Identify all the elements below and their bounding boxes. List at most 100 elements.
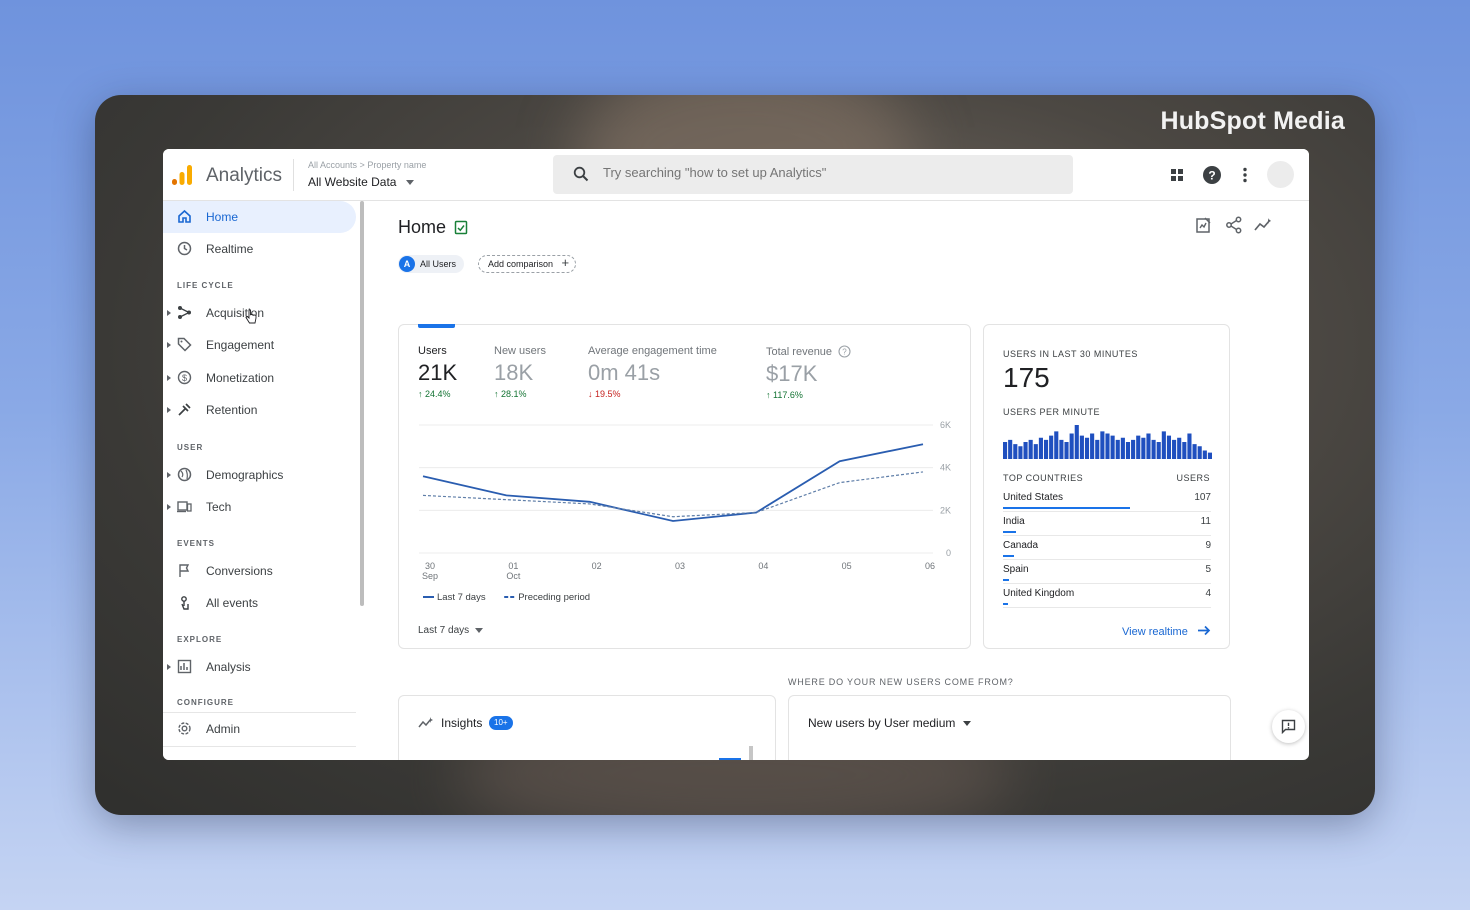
help-outline-icon[interactable]: ?: [838, 345, 851, 358]
sidebar-scrollbar[interactable]: [360, 201, 364, 606]
country-name: India: [1003, 516, 1025, 527]
view-realtime-link[interactable]: View realtime: [1122, 622, 1211, 640]
sidebar-item-demographics[interactable]: Demographics: [163, 459, 356, 491]
per-minute-bar: [1197, 446, 1202, 459]
share-icon[interactable]: [1225, 216, 1243, 234]
x-tick-sublabel: Oct: [506, 571, 521, 581]
metric-value: 18K: [494, 360, 534, 385]
avatar[interactable]: [1267, 161, 1294, 188]
expand-arrow-icon[interactable]: [167, 472, 171, 478]
country-name: Canada: [1003, 540, 1039, 551]
page-title-text: Home: [398, 217, 447, 237]
sidebar-item-label: Engagement: [206, 338, 275, 352]
analysis-icon: [177, 659, 192, 674]
sidebar-item-home[interactable]: Home: [163, 201, 356, 233]
metric-new-users[interactable]: New users 18K ↑ 28.1%: [494, 345, 546, 399]
per-minute-bar: [1131, 439, 1136, 459]
comparison-chip-all-users[interactable]: A All Users: [398, 255, 465, 273]
svg-text:$: $: [182, 373, 187, 383]
country-row[interactable]: India 11: [1003, 512, 1211, 536]
sidebar-item-analysis[interactable]: Analysis: [163, 651, 356, 683]
per-minute-bar: [1038, 437, 1043, 459]
sidebar: Home Realtime LIFE CYCLE Acquisition Eng…: [163, 201, 367, 760]
property-selector[interactable]: All Website Data: [308, 175, 415, 189]
country-row[interactable]: Canada 9: [1003, 536, 1211, 560]
date-range-dropdown[interactable]: Last 7 days: [418, 625, 483, 636]
per-minute-bar: [1074, 425, 1079, 459]
expand-arrow-icon[interactable]: [167, 310, 171, 316]
series-line-last-7-days[interactable]: [422, 443, 924, 522]
x-tick-label: 01: [508, 561, 518, 571]
metric-delta: ↑ 24.4%: [418, 389, 457, 399]
dollar-icon: $: [177, 370, 192, 385]
metric-label: New users: [494, 345, 546, 357]
metric-total-revenue[interactable]: Total revenue ? $17K ↑ 117.6%: [766, 345, 851, 400]
expand-arrow-icon[interactable]: [167, 407, 171, 413]
arrow-up-icon: ↑: [766, 390, 771, 400]
per-minute-bar: [1028, 439, 1033, 459]
feedback-button[interactable]: [1272, 710, 1305, 743]
per-minute-bar: [1177, 437, 1182, 459]
expand-arrow-icon[interactable]: [167, 504, 171, 510]
section-title-new-users: WHERE DO YOUR NEW USERS COME FROM?: [788, 677, 1014, 687]
sidebar-item-conversions[interactable]: Conversions: [163, 555, 356, 587]
sidebar-item-all-events[interactable]: All events: [163, 587, 356, 619]
section-user: USER: [177, 443, 204, 452]
country-row[interactable]: Spain 5: [1003, 560, 1211, 584]
chip-label: Add comparison: [488, 259, 554, 269]
per-minute-bar: [1003, 442, 1008, 459]
metric-avg-engagement-time[interactable]: Average engagement time 0m 41s ↓ 19.5%: [588, 345, 717, 399]
help-icon[interactable]: ?: [1202, 165, 1222, 185]
sidebar-item-realtime[interactable]: Realtime: [163, 233, 356, 265]
divider: [163, 746, 356, 747]
gear-icon: [178, 722, 191, 735]
breadcrumb-property[interactable]: Property name: [367, 160, 426, 170]
per-minute-bar: [1151, 439, 1156, 459]
insights-card: Insights 10+: [398, 695, 776, 760]
sidebar-item-engagement[interactable]: Engagement: [163, 329, 356, 361]
sidebar-item-label: Demographics: [206, 468, 284, 482]
video-frame: HubSpot Media Analytics All Accounts > P…: [95, 95, 1375, 815]
search-input[interactable]: [603, 165, 1043, 180]
expand-arrow-icon[interactable]: [167, 375, 171, 381]
expand-arrow-icon[interactable]: [167, 342, 171, 348]
more-vert-icon[interactable]: [1235, 165, 1255, 185]
per-minute-bar: [1069, 433, 1074, 459]
user-medium-dropdown[interactable]: New users by User medium: [808, 716, 971, 730]
customize-report-icon[interactable]: [1195, 216, 1213, 234]
country-row[interactable]: United States 107: [1003, 488, 1211, 512]
flag-icon: [179, 564, 190, 577]
per-minute-bar: [1033, 444, 1038, 459]
country-name: United Kingdom: [1003, 588, 1075, 599]
breadcrumb-accounts[interactable]: All Accounts: [308, 160, 357, 170]
expand-arrow-icon[interactable]: [167, 664, 171, 670]
metric-users[interactable]: Users 21K ↑ 24.4%: [418, 345, 457, 399]
metric-value: 0m 41s: [588, 360, 661, 385]
per-minute-bar: [1084, 437, 1090, 459]
apps-grid-icon[interactable]: [1167, 165, 1187, 185]
per-minute-bar: [1187, 433, 1192, 459]
per-minute-bar: [1166, 435, 1172, 459]
add-comparison-button[interactable]: Add comparison +: [478, 255, 577, 273]
sidebar-item-acquisition[interactable]: Acquisition: [163, 297, 356, 329]
all-users-avatar: A: [399, 256, 415, 272]
per-minute-bar: [1049, 435, 1054, 459]
country-row[interactable]: United Kingdom 4: [1003, 584, 1211, 608]
selected-metric-indicator: [418, 324, 455, 328]
devices-icon: [177, 501, 192, 513]
sidebar-item-label: Analysis: [206, 660, 251, 674]
date-range-label: Last 7 days: [418, 625, 470, 636]
insights-scrollbar[interactable]: [749, 746, 753, 760]
insights-sparkline-icon[interactable]: [1254, 216, 1273, 234]
analytics-app: Analytics All Accounts > Property name A…: [163, 149, 1309, 760]
sidebar-item-admin[interactable]: Admin: [163, 713, 356, 745]
globe-icon: [177, 467, 192, 482]
per-minute-bar: [1095, 439, 1100, 459]
metric-value: 21K: [418, 360, 458, 385]
sidebar-item-tech[interactable]: Tech: [163, 491, 356, 523]
search-bar[interactable]: [553, 155, 1073, 194]
sidebar-item-monetization[interactable]: $ Monetization: [163, 362, 356, 394]
sidebar-item-retention[interactable]: Retention: [163, 394, 356, 426]
per-minute-bar: [1172, 439, 1177, 459]
arrow-right-icon: [1198, 625, 1211, 636]
